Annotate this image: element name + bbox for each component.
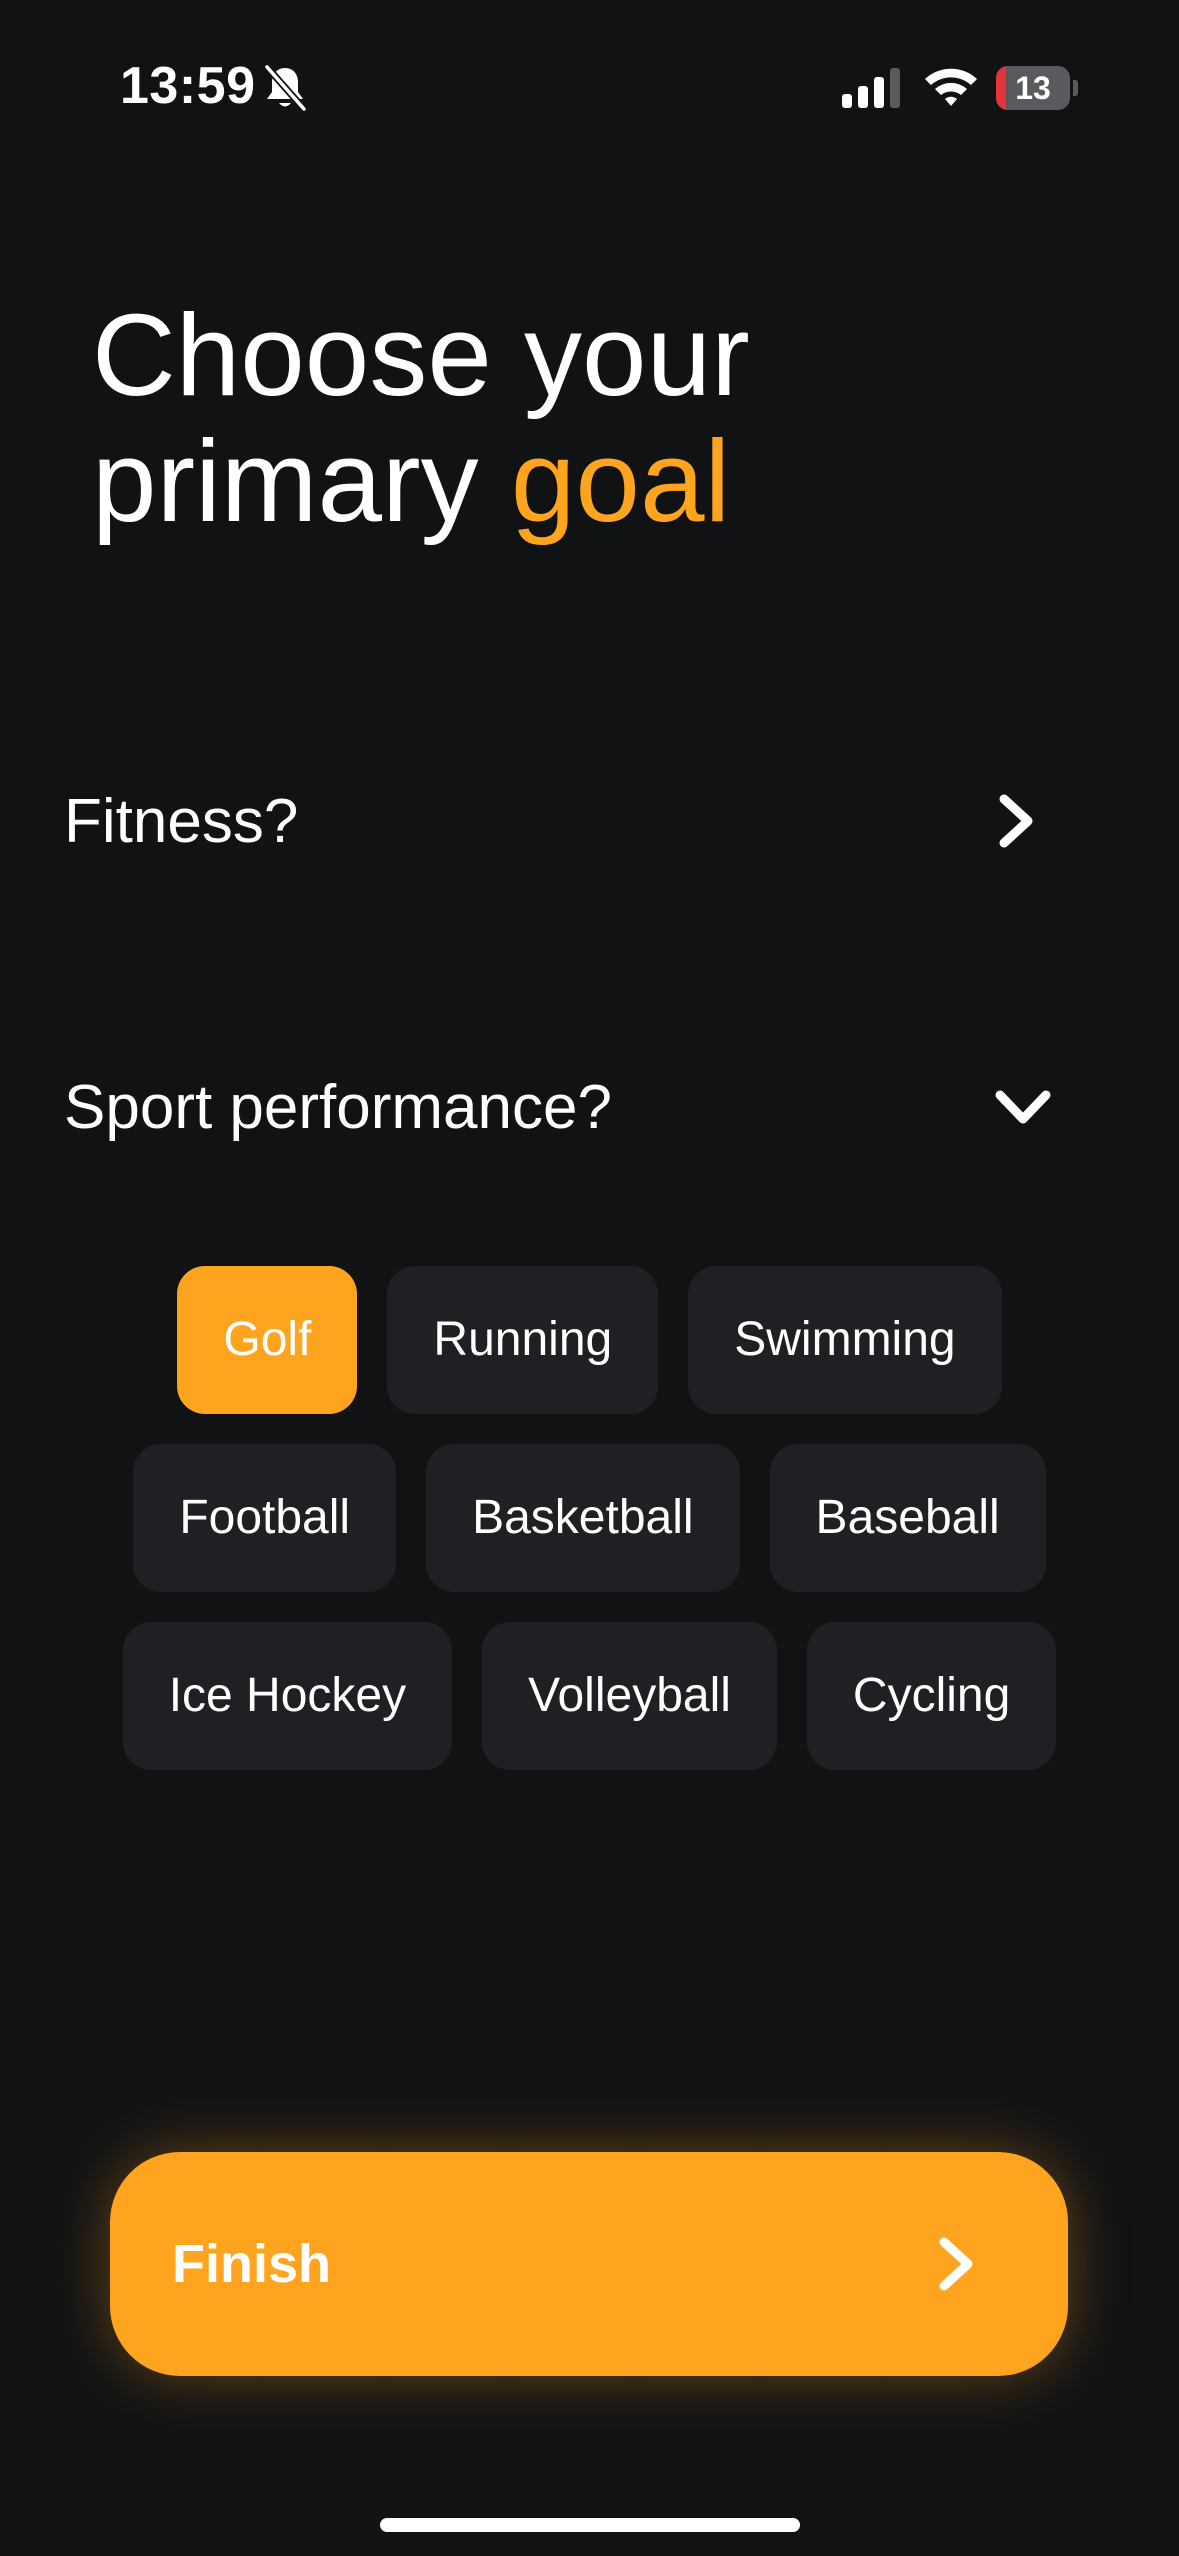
battery-level: 13 xyxy=(1015,70,1051,106)
finish-label: Finish xyxy=(172,2234,331,2294)
bell-slash-icon xyxy=(263,64,308,112)
sport-chip[interactable]: Ice Hockey xyxy=(122,1622,453,1770)
sport-chip-row-3: Ice Hockey Volleyball Cycling xyxy=(0,1622,1179,1770)
chevron-right-icon xyxy=(939,2237,973,2291)
sport-chip[interactable]: Football xyxy=(133,1444,397,1592)
sport-chip[interactable]: Volleyball xyxy=(482,1622,777,1770)
wifi-icon xyxy=(925,68,977,106)
goal-label-fitness: Fitness? xyxy=(64,786,299,856)
sport-chip[interactable]: Baseball xyxy=(769,1444,1046,1592)
title-accent: goal xyxy=(510,416,731,546)
goal-row-fitness[interactable]: Fitness? xyxy=(64,766,1064,876)
home-indicator[interactable] xyxy=(380,2518,800,2532)
battery-icon: 13 xyxy=(996,66,1078,110)
status-time: 13:59 xyxy=(120,57,256,115)
sport-chip[interactable]: Running xyxy=(387,1266,659,1414)
sport-chip-row-2: Football Basketball Baseball xyxy=(0,1444,1179,1592)
title-line-2: primary xyxy=(92,416,511,546)
finish-button[interactable]: Finish xyxy=(110,2152,1068,2376)
sport-chip-row-1: Golf Running Swimming xyxy=(0,1266,1179,1414)
goal-row-sport-performance[interactable]: Sport performance? xyxy=(64,1052,1064,1162)
sport-chip[interactable]: Basketball xyxy=(426,1444,740,1592)
sport-chip[interactable]: Swimming xyxy=(688,1266,1002,1414)
chevron-down-icon xyxy=(995,1090,1051,1124)
goal-label-sport-performance: Sport performance? xyxy=(64,1072,612,1142)
page-title: Choose your primary goal xyxy=(92,292,992,544)
title-line-1: Choose your xyxy=(92,290,750,420)
cellular-signal-icon xyxy=(842,68,900,108)
sport-chip[interactable]: Cycling xyxy=(806,1622,1057,1770)
chevron-right-icon xyxy=(999,794,1033,848)
sport-chip[interactable]: Golf xyxy=(177,1266,358,1414)
